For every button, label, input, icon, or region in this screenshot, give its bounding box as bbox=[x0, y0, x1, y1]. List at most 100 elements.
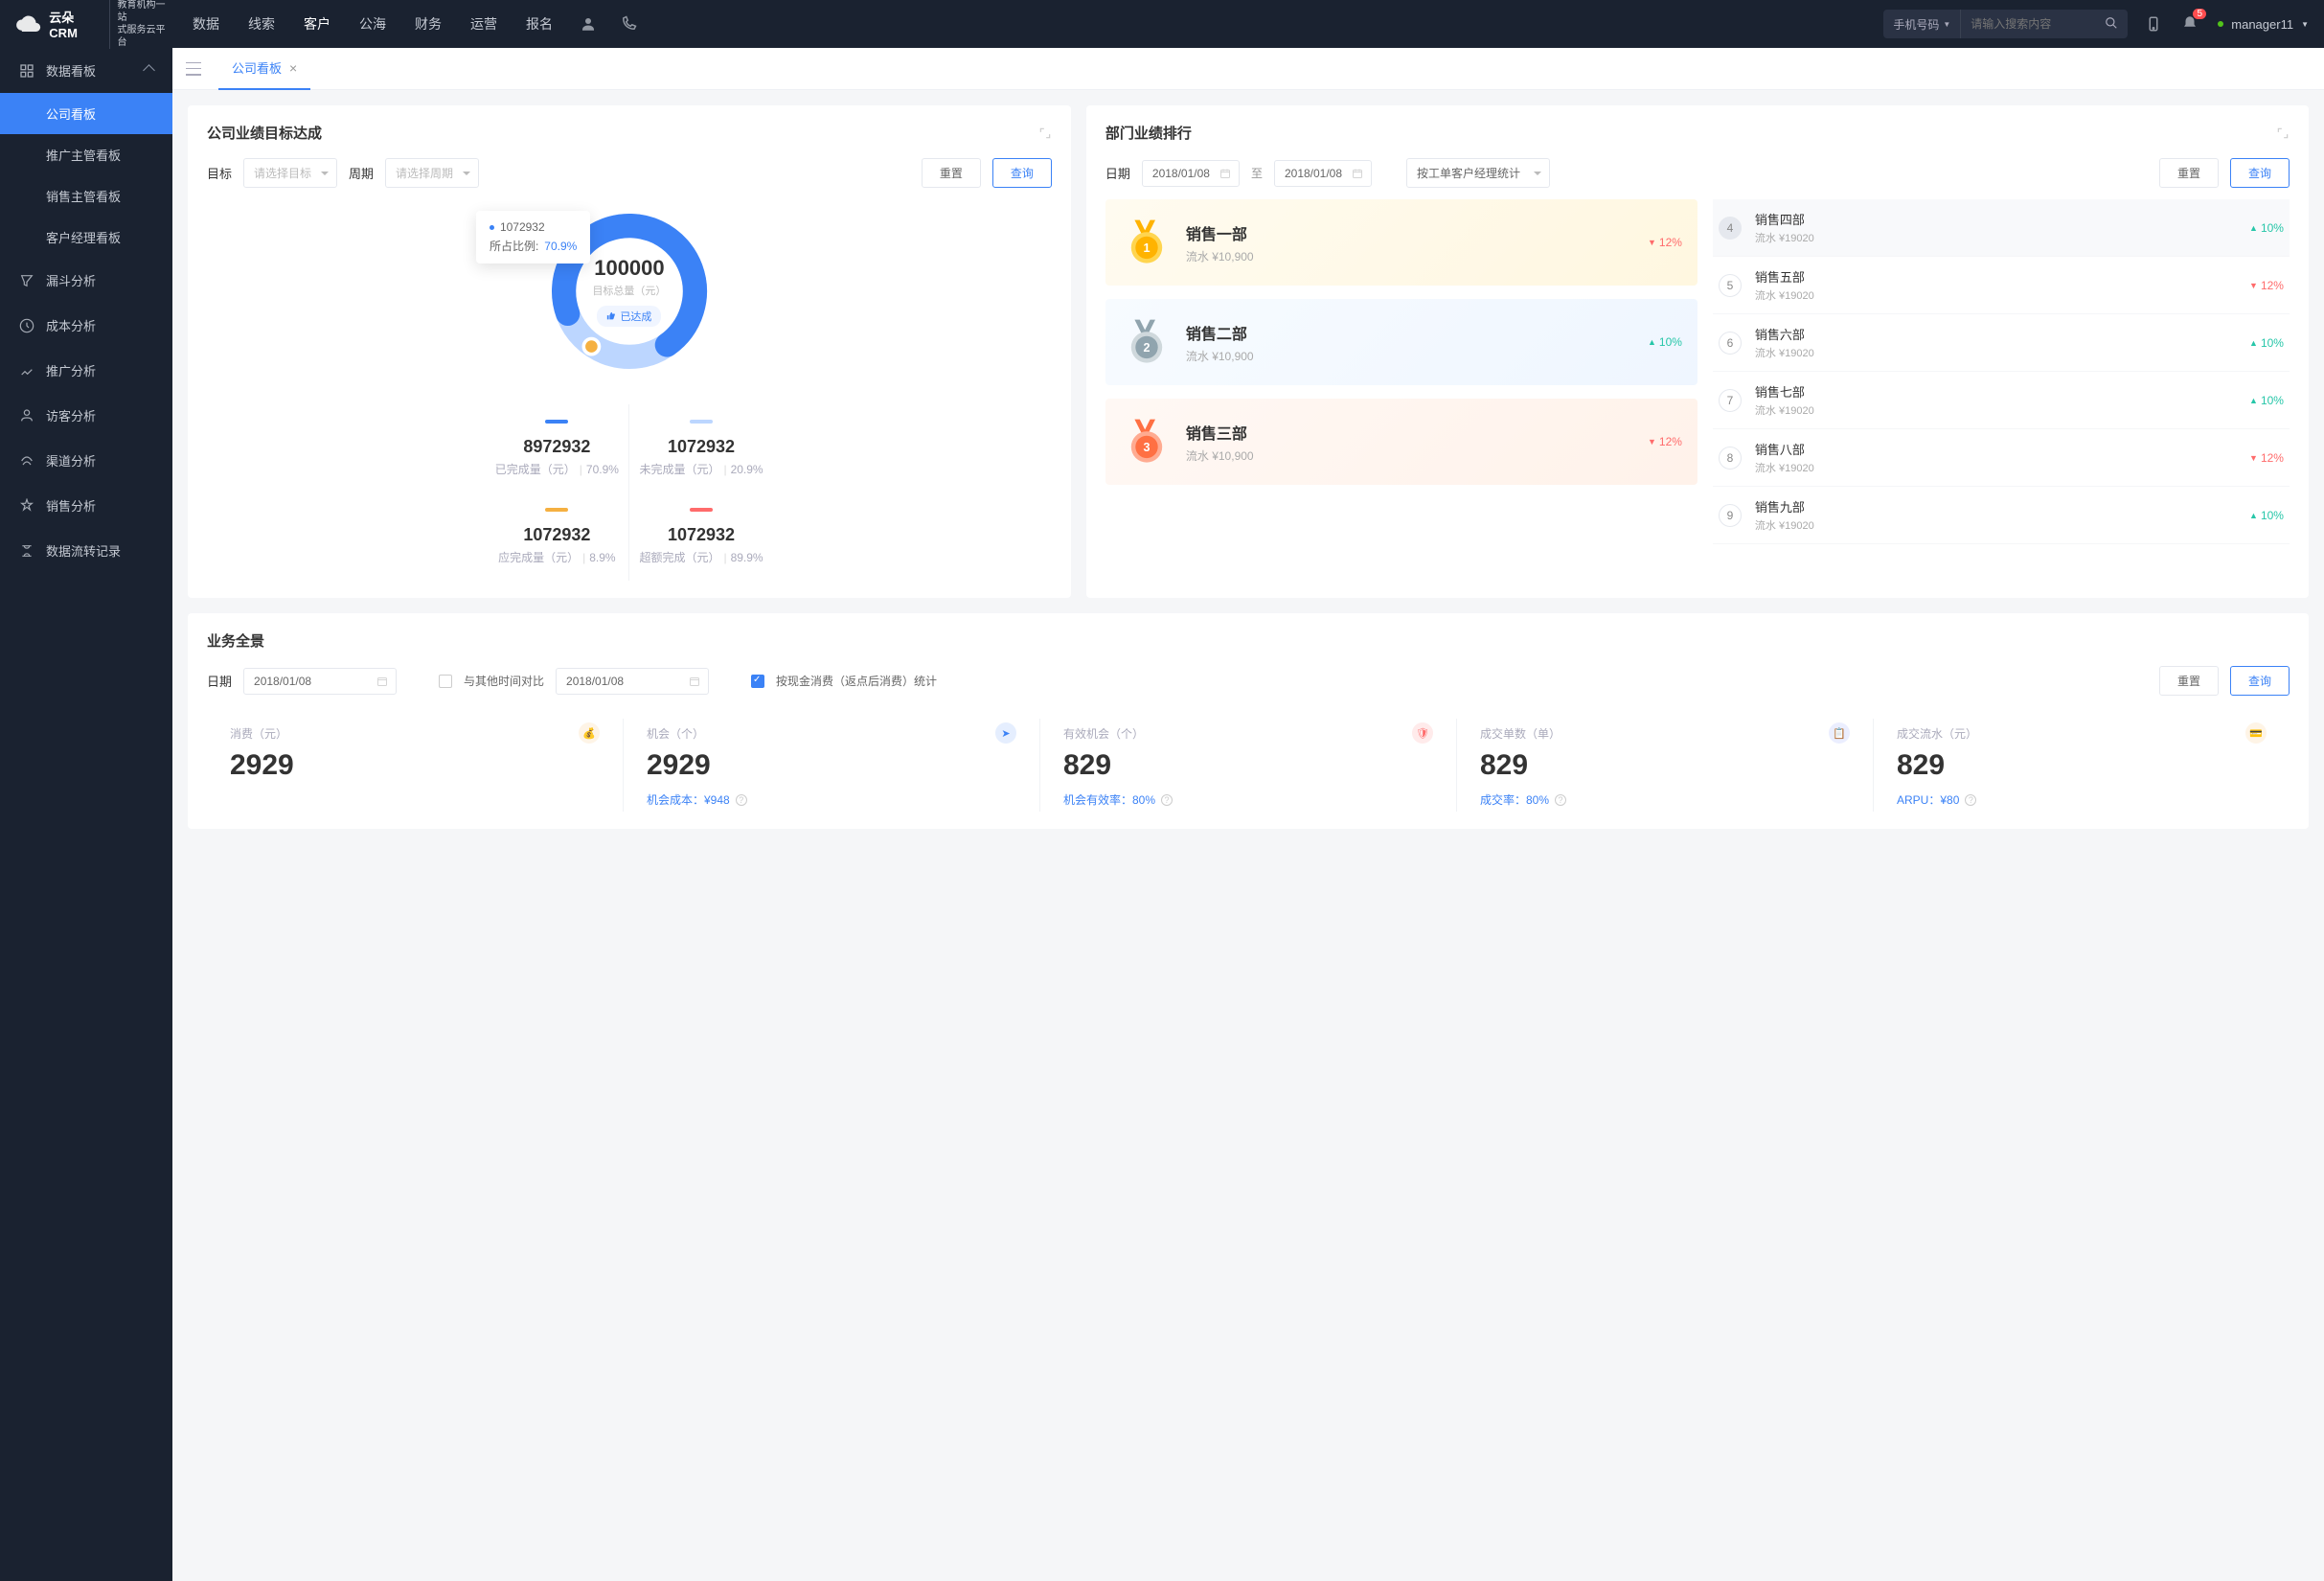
phone-icon[interactable] bbox=[620, 15, 637, 33]
logo-brand: 云朵CRM bbox=[49, 8, 101, 40]
cash-checkbox[interactable] bbox=[751, 675, 764, 688]
kpi-icon: 🛡 bbox=[1412, 722, 1433, 744]
sidebar-sub-item[interactable]: 客户经理看板 bbox=[0, 217, 172, 258]
topnav-item[interactable]: 客户 bbox=[304, 14, 330, 34]
kpi-icon: ➤ bbox=[995, 722, 1016, 744]
notification-button[interactable]: 5 bbox=[2181, 14, 2199, 34]
expand-icon[interactable] bbox=[2276, 126, 2290, 140]
stat-cell: 1072932应完成量（元）|8.9% bbox=[486, 493, 629, 581]
menu-icon bbox=[19, 543, 34, 559]
mobile-icon[interactable] bbox=[2145, 15, 2162, 33]
overview-date1[interactable]: 2018/01/08 bbox=[243, 668, 397, 695]
sidebar-item[interactable]: 数据流转记录 bbox=[0, 528, 172, 573]
query-button[interactable]: 查询 bbox=[992, 158, 1052, 188]
search-input[interactable] bbox=[1961, 17, 2095, 31]
medal-icon: 2 bbox=[1121, 316, 1173, 368]
period-select[interactable]: 请选择周期 bbox=[385, 158, 479, 188]
sidebar-item[interactable]: 成本分析 bbox=[0, 303, 172, 348]
collapse-sidebar-button[interactable] bbox=[186, 62, 201, 76]
dashboard-icon bbox=[19, 63, 34, 79]
date-to-input[interactable]: 2018/01/08 bbox=[1274, 160, 1372, 187]
rank-list-row[interactable]: 8销售八部流水 ¥19020▼ 12% bbox=[1713, 429, 2290, 487]
sidebar-item[interactable]: 渠道分析 bbox=[0, 438, 172, 483]
user-menu[interactable]: manager11 ▼ bbox=[2218, 17, 2309, 32]
logo[interactable]: 云朵CRM 教育机构一站式服务云平台 bbox=[15, 0, 173, 49]
topnav-item[interactable]: 报名 bbox=[526, 14, 553, 34]
tab-close-icon[interactable]: × bbox=[289, 60, 297, 76]
svg-text:2: 2 bbox=[1143, 341, 1150, 355]
medal-icon: 3 bbox=[1121, 416, 1173, 468]
topnav-item[interactable]: 线索 bbox=[248, 14, 275, 34]
menu-icon bbox=[19, 273, 34, 288]
sidebar-group-dashboard[interactable]: 数据看板 bbox=[0, 48, 172, 93]
search-bar: 手机号码▼ bbox=[1883, 10, 2128, 38]
topnav-item[interactable]: 数据 bbox=[193, 14, 219, 34]
query-button[interactable]: 查询 bbox=[2230, 158, 2290, 188]
user-icon[interactable] bbox=[580, 15, 597, 33]
menu-icon bbox=[19, 498, 34, 514]
overview-date2[interactable]: 2018/01/08 bbox=[556, 668, 709, 695]
rank-list-row[interactable]: 5销售五部流水 ¥19020▼ 12% bbox=[1713, 257, 2290, 314]
reset-button[interactable]: 重置 bbox=[2159, 158, 2219, 188]
rank-list-row[interactable]: 6销售六部流水 ¥19020▲ 10% bbox=[1713, 314, 2290, 372]
info-icon[interactable]: ? bbox=[736, 794, 747, 806]
date-from-input[interactable]: 2018/01/08 bbox=[1142, 160, 1240, 187]
goal-card-title: 公司业绩目标达成 bbox=[207, 123, 322, 143]
target-label: 目标 bbox=[207, 164, 232, 182]
query-button[interactable]: 查询 bbox=[2230, 666, 2290, 696]
status-dot bbox=[2218, 21, 2223, 27]
compare-label: 与其他时间对比 bbox=[464, 673, 544, 689]
sidebar-item[interactable]: 推广分析 bbox=[0, 348, 172, 393]
reset-button[interactable]: 重置 bbox=[922, 158, 981, 188]
info-icon[interactable]: ? bbox=[1555, 794, 1566, 806]
topnav-item[interactable]: 财务 bbox=[415, 14, 442, 34]
menu-icon bbox=[19, 318, 34, 333]
kpi-icon: 💰 bbox=[579, 722, 600, 744]
sidebar-item[interactable]: 销售分析 bbox=[0, 483, 172, 528]
kpi-card: 成交单数（单）📋829成交率：80%? bbox=[1457, 719, 1874, 812]
topnav-item[interactable]: 运营 bbox=[470, 14, 497, 34]
goal-card: 公司业绩目标达成 目标 请选择目标 周期 请选择周期 重置 查询 bbox=[188, 105, 1071, 598]
top-right: 5 manager11 ▼ bbox=[2145, 14, 2309, 34]
calendar-icon bbox=[689, 676, 700, 687]
date-label: 日期 bbox=[207, 672, 232, 690]
info-icon[interactable]: ? bbox=[1965, 794, 1976, 806]
rank-list-row[interactable]: 4销售四部流水 ¥19020▲ 10% bbox=[1713, 199, 2290, 257]
sidebar-item[interactable]: 漏斗分析 bbox=[0, 258, 172, 303]
period-label: 周期 bbox=[349, 164, 374, 182]
sidebar: 数据看板 公司看板推广主管看板销售主管看板客户经理看板 漏斗分析成本分析推广分析… bbox=[0, 48, 172, 1581]
topnav-item[interactable]: 公海 bbox=[359, 14, 386, 34]
cash-label: 按现金消费（返点后消费）统计 bbox=[776, 673, 937, 689]
search-button[interactable] bbox=[2095, 16, 2128, 33]
reset-button[interactable]: 重置 bbox=[2159, 666, 2219, 696]
kpi-card: 消费（元）💰2929 bbox=[207, 719, 624, 812]
info-icon[interactable]: ? bbox=[1161, 794, 1173, 806]
sidebar-item[interactable]: 访客分析 bbox=[0, 393, 172, 438]
sidebar-sub-item[interactable]: 公司看板 bbox=[0, 93, 172, 134]
stat-cell: 1072932超额完成（元）|89.9% bbox=[629, 493, 773, 581]
overview-title: 业务全景 bbox=[207, 630, 2290, 651]
menu-icon bbox=[19, 408, 34, 424]
rank-top-card: 1 销售一部流水 ¥10,900 ▼ 12% bbox=[1105, 199, 1697, 286]
overview-card: 业务全景 日期 2018/01/08 与其他时间对比 2018/01/08 按现… bbox=[188, 613, 2309, 829]
stat-cell: 8972932已完成量（元）|70.9% bbox=[486, 404, 629, 493]
sidebar-sub-item[interactable]: 推广主管看板 bbox=[0, 134, 172, 175]
topbar: 云朵CRM 教育机构一站式服务云平台 数据线索客户公海财务运营报名 手机号码▼ … bbox=[0, 0, 2324, 48]
sidebar-sub-item[interactable]: 销售主管看板 bbox=[0, 175, 172, 217]
svg-text:3: 3 bbox=[1143, 441, 1150, 454]
rank-card-title: 部门业绩排行 bbox=[1105, 123, 1192, 143]
target-select[interactable]: 请选择目标 bbox=[243, 158, 337, 188]
rank-list-row[interactable]: 7销售七部流水 ¥19020▲ 10% bbox=[1713, 372, 2290, 429]
thumb-icon bbox=[606, 311, 616, 321]
kpi-card: 有效机会（个）🛡829机会有效率：80%? bbox=[1040, 719, 1457, 812]
stat-by-select[interactable]: 按工单客户经理统计 bbox=[1406, 158, 1550, 188]
expand-icon[interactable] bbox=[1038, 126, 1052, 140]
stat-cell: 1072932未完成量（元）|20.9% bbox=[629, 404, 773, 493]
compare-checkbox[interactable] bbox=[439, 675, 452, 688]
main: 公司看板 × 公司业绩目标达成 目标 请选择目标 周期 请选择周期 重置 查询 bbox=[172, 48, 2324, 829]
rank-card: 部门业绩排行 日期 2018/01/08 至 2018/01/08 按工单客户经… bbox=[1086, 105, 2309, 598]
search-type-select[interactable]: 手机号码▼ bbox=[1883, 10, 1961, 38]
calendar-icon bbox=[1219, 168, 1231, 179]
tab-company-board[interactable]: 公司看板 × bbox=[218, 48, 310, 90]
rank-list-row[interactable]: 9销售九部流水 ¥19020▲ 10% bbox=[1713, 487, 2290, 544]
